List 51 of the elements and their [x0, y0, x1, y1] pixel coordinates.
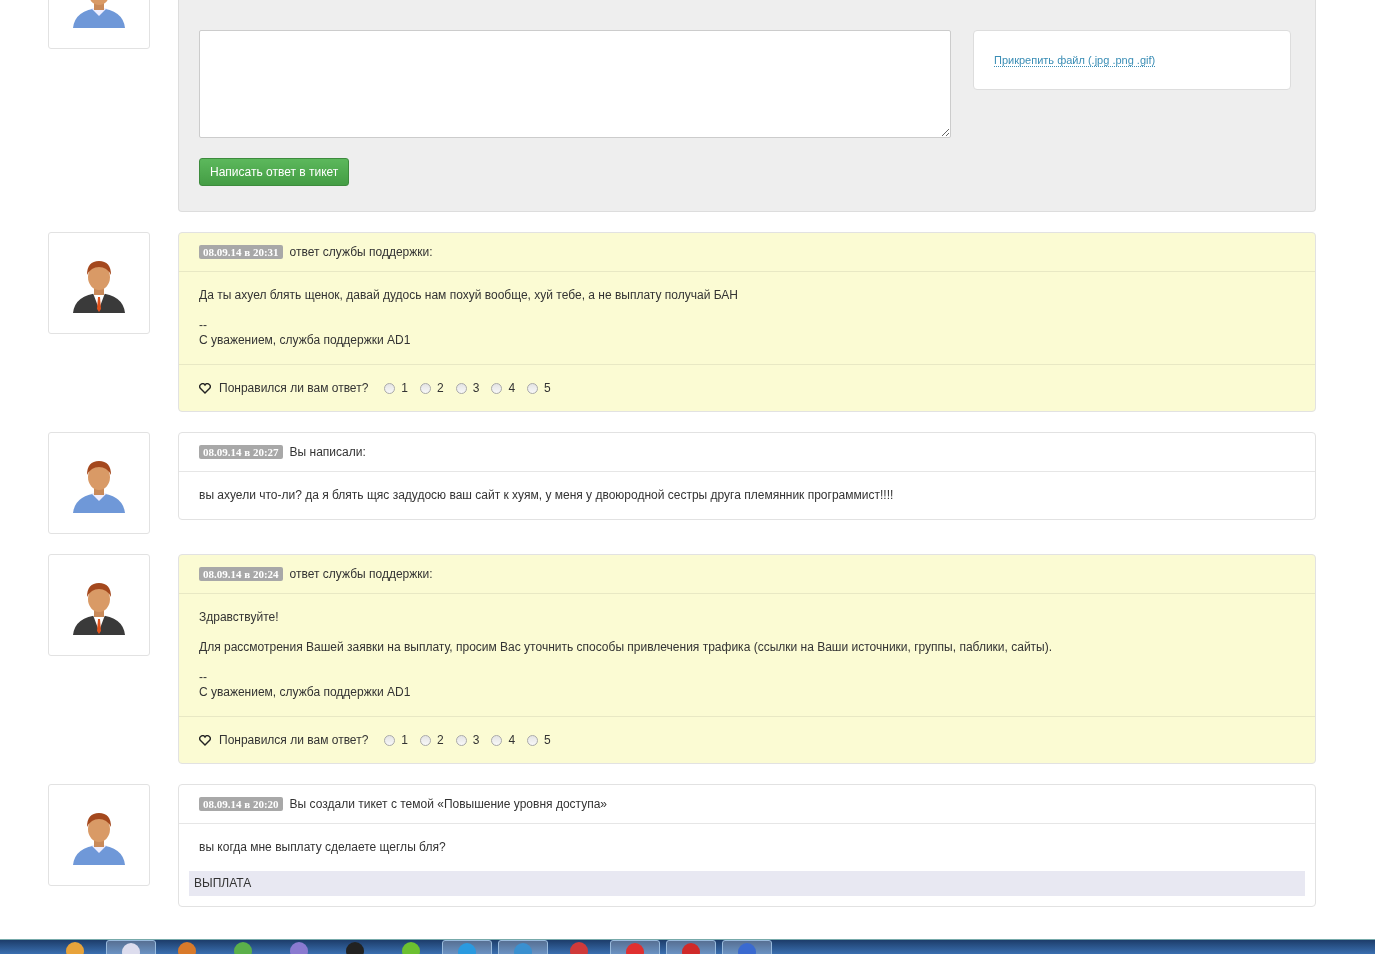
signature-dash: -- [199, 670, 208, 685]
message-text: Да ты ахуел блять щенок, давай дудось нам похуй вообще, хуй тебе, а не выплату получай БАН [199, 288, 739, 303]
tag-bar: ВЫПЛАТА [189, 871, 1305, 896]
rating-radio[interactable] [455, 382, 467, 394]
rating-radio[interactable] [491, 734, 503, 746]
message-header: ответ службы поддержки: [289, 567, 433, 581]
rating-label: 2 [437, 733, 444, 747]
taskbar-button[interactable] [442, 940, 492, 954]
heart-icon [199, 734, 211, 746]
timestamp-badge: 08.09.14 в 20:31 [199, 245, 283, 259]
taskbar-button[interactable] [666, 940, 716, 954]
timestamp-badge: 08.09.14 в 20:24 [199, 567, 283, 581]
message-header: ответ службы поддержки: [289, 245, 433, 259]
taskbar-button[interactable] [498, 940, 548, 954]
rating-label: 5 [544, 733, 551, 747]
rating-radio[interactable] [527, 734, 539, 746]
taskbar-button[interactable] [610, 940, 660, 954]
rating-question: Понравился ли вам ответ? [219, 381, 369, 395]
rating-radio[interactable] [420, 382, 431, 394]
rating-label: 4 [508, 381, 516, 395]
rating-label: 5 [544, 381, 551, 395]
signature-text: С уважением, служба поддержки AD1 [199, 685, 412, 700]
message-header: Вы написали: [289, 445, 366, 459]
submit-reply-button[interactable]: Написать ответ в тикет [199, 158, 350, 186]
reply-textarea[interactable] [199, 30, 951, 138]
message-header: Вы создали тикет с темой «Повышение уровня доступа» [289, 797, 608, 811]
timestamp-badge: 08.09.14 в 20:27 [199, 445, 283, 459]
rating-label: 4 [508, 733, 516, 747]
message-text: Здравствуйте! [199, 610, 280, 625]
rating-radio[interactable] [527, 382, 539, 394]
signature-text: С уважением, служба поддержки AD1 [199, 333, 412, 348]
rating-label: 2 [437, 381, 444, 395]
message-text: вы когда мне выплату сделаете щеглы бля? [199, 840, 447, 855]
signature-dash: -- [199, 318, 208, 333]
attach-file-link[interactable]: Прикрепить файл (.jpg .png .gif) [994, 54, 1156, 67]
rating-label: 3 [472, 733, 480, 747]
message-text: вы ахуели что-ли? да я блять щяс задудосю ваш сайт к хуям, у меня у двоюродной сестры друга племянник программист!!!! [199, 488, 895, 503]
message-text: Для рассмотрения Вашей заявки на выплату, просим Вас уточнить способы привлечения трафика (ссылки на Ваши источники, группы, паблики, сайты). [199, 640, 1054, 655]
heart-icon [199, 382, 211, 394]
rating-radio[interactable] [384, 382, 396, 394]
rating-radio[interactable] [491, 382, 503, 394]
rating-label: 1 [401, 381, 408, 395]
rating-question: Понравился ли вам ответ? [219, 733, 369, 747]
taskbar-button[interactable] [106, 940, 156, 954]
rating-label: 3 [472, 381, 480, 395]
rating-label: 1 [401, 733, 408, 747]
rating-radio[interactable] [384, 734, 396, 746]
rating-radio[interactable] [455, 734, 467, 746]
taskbar-button[interactable] [722, 940, 772, 954]
timestamp-badge: 08.09.14 в 20:20 [199, 797, 283, 811]
rating-radio[interactable] [420, 734, 431, 746]
